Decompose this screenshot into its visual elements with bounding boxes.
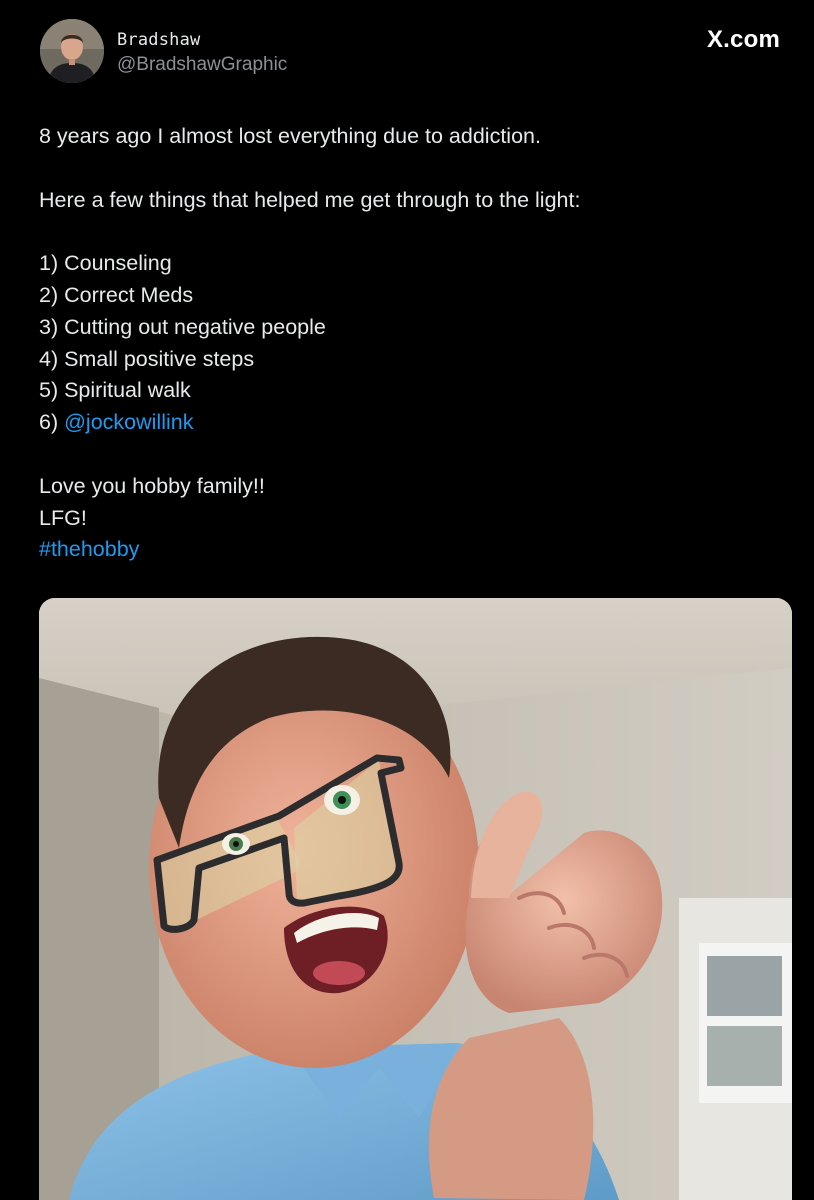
list-number: 4)	[39, 346, 65, 371]
list-item: 5) Spiritual walk	[39, 375, 789, 407]
photo-man-pointing-icon	[39, 598, 792, 1200]
list-item: 3) Cutting out negative people	[39, 312, 789, 344]
list-number: 5)	[39, 378, 65, 403]
list-item: 6) @jockowillink	[39, 407, 789, 439]
tweet-line: LFG!	[39, 505, 87, 530]
list-number: 6)	[39, 410, 65, 435]
list-number: 2)	[39, 282, 65, 307]
mention-link[interactable]: @jockowillink	[64, 410, 193, 434]
list-text: Spiritual walk	[64, 378, 191, 403]
list-number: 1)	[39, 251, 65, 276]
list-number: 3)	[39, 314, 65, 339]
list-text: Small positive steps	[64, 346, 255, 371]
tweet-header: Bradshaw @BradshawGraphic X.com	[0, 0, 814, 110]
tweet-line: Love you hobby family!!	[39, 473, 265, 498]
hashtag-link[interactable]: #thehobby	[39, 534, 789, 566]
list-text: Counseling	[64, 251, 172, 276]
list-item: 1) Counseling	[39, 248, 789, 280]
list-item: 2) Correct Meds	[39, 280, 789, 312]
list-text: Cutting out negative people	[64, 314, 326, 339]
brand-label: X.com	[706, 26, 780, 53]
list-item: 4) Small positive steps	[39, 344, 789, 376]
author-avatar[interactable]	[40, 19, 104, 83]
tweet-line: Here a few things that helped me get thr…	[39, 187, 581, 212]
tweet-media[interactable]	[39, 598, 792, 1200]
tweet-line: 8 years ago I almost lost everything due…	[39, 124, 541, 148]
author-handle[interactable]: @BradshawGraphic	[117, 54, 287, 76]
avatar-photo-icon	[40, 19, 104, 83]
tweet-text: 8 years ago I almost lost everything due…	[39, 121, 789, 566]
author-name[interactable]: Bradshaw	[117, 30, 200, 50]
list-text: Correct Meds	[64, 282, 194, 307]
